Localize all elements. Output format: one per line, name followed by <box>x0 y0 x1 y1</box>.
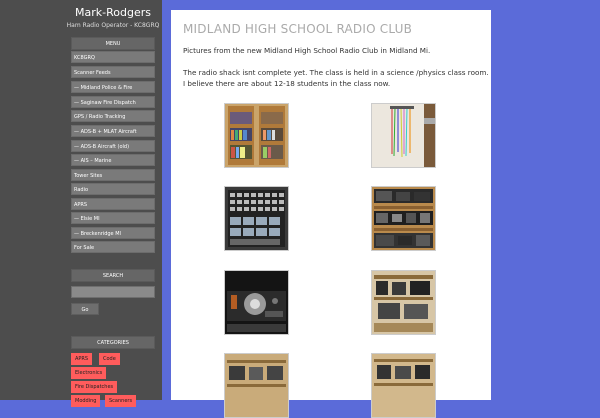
tag-modding[interactable]: Modding <box>71 395 101 407</box>
menu-item-scanner-feeds[interactable]: Scanner Feeds <box>71 66 155 78</box>
tag-aprs[interactable]: APRS <box>71 353 93 365</box>
photo-parts-drawers[interactable] <box>224 186 289 251</box>
photo-radio-shelf[interactable] <box>371 186 436 251</box>
search-button[interactable]: Go <box>71 303 99 315</box>
photo-bookshelves-image <box>225 104 288 167</box>
photo-cables-image <box>372 104 435 167</box>
photo-parts-drawers-image <box>225 187 288 250</box>
menu-item-adsb-mlat[interactable]: — ADS-B + MLAT Aircraft <box>71 125 155 137</box>
menu-item-for-sale[interactable]: For Sale <box>71 241 155 253</box>
menu-item-gps-radio-tracking[interactable]: GPS / Radio Tracking <box>71 110 155 122</box>
photo-bench-left[interactable] <box>224 353 289 418</box>
intro-paragraph: Pictures from the new Midland High Schoo… <box>183 46 431 55</box>
menu-widget-title: MENU <box>71 37 155 50</box>
photo-radio-shelf-image <box>372 187 435 250</box>
photo-radio-dials[interactable] <box>224 270 289 335</box>
menu-item-breckenridge[interactable]: — Breckenridge MI <box>71 227 155 239</box>
tag-fire-dispatches[interactable]: Fire Dispatches <box>71 381 118 393</box>
tag-code[interactable]: Code <box>99 353 120 365</box>
menu-item-adsb-old[interactable]: — ADS-B Aircraft (old) <box>71 140 155 152</box>
tag-electronics[interactable]: Electronics <box>71 367 107 379</box>
photo-cables[interactable] <box>371 103 436 168</box>
search-input[interactable] <box>71 286 155 298</box>
menu-item-aprs[interactable]: APRS <box>71 198 155 210</box>
menu-item-ais-marine[interactable]: — AIS – Marine <box>71 154 155 166</box>
sidebar: Mark-Rodgers Ham Radio Operator - KC8GRQ… <box>0 0 162 407</box>
menu-item-kc8grq[interactable]: KC8GRQ <box>71 51 155 63</box>
tag-scanners[interactable]: Scanners <box>105 395 137 407</box>
menu-item-midland-police-fire[interactable]: — Midland Police & Fire <box>71 81 155 93</box>
photo-bookshelves[interactable] <box>224 103 289 168</box>
photo-radio-dials-image <box>225 271 288 334</box>
photo-workbench-image <box>372 271 435 334</box>
page-title: MIDLAND HIGH SCHOOL RADIO CLUB <box>183 22 413 36</box>
photo-workbench[interactable] <box>371 270 436 335</box>
photo-bench-right[interactable] <box>371 353 436 418</box>
categories-widget-title: CATEGORIES <box>71 336 155 349</box>
photo-bench-left-image <box>225 354 288 417</box>
menu-item-saginaw-fire[interactable]: — Saginaw Fire Dispatch <box>71 96 155 108</box>
site-branding: Mark-Rodgers Ham Radio Operator - KC8GRQ <box>0 0 162 40</box>
main-content: MIDLAND HIGH SCHOOL RADIO CLUB Pictures … <box>171 10 491 418</box>
search-widget-title: SEARCH <box>71 269 155 282</box>
photo-bench-right-image <box>372 354 435 417</box>
menu-item-elsie[interactable]: — Elsie MI <box>71 212 155 224</box>
description-line-2: I believe there are about 12-18 students… <box>183 79 391 88</box>
menu-item-radio[interactable]: Radio <box>71 183 155 195</box>
menu-item-tower-sites[interactable]: Tower Sites <box>71 169 155 181</box>
